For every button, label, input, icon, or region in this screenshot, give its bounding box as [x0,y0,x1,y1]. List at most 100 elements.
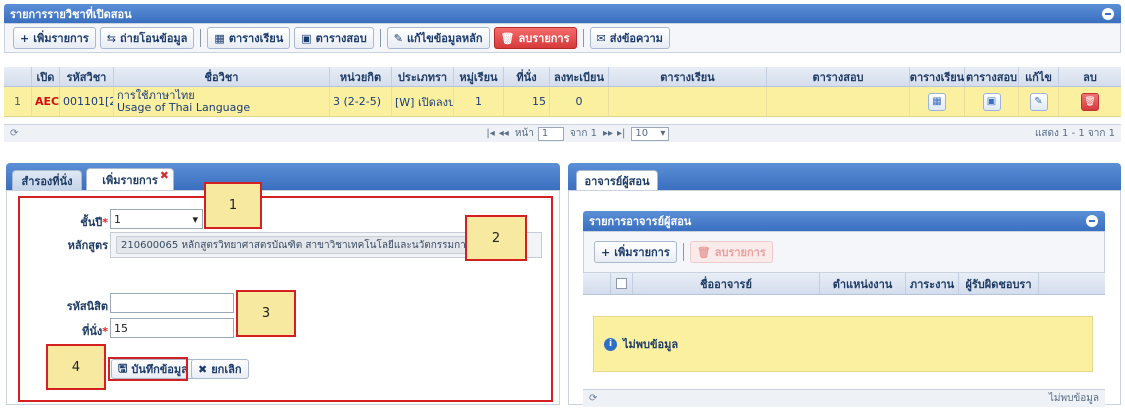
instructor-list-header: รายการอาจารย์ผู้สอน [583,211,1105,231]
col-seats[interactable]: ที่นั่ง [504,67,550,86]
calendar-icon[interactable]: ▦ [928,92,946,111]
toolbar-separator [582,29,584,47]
send-message-button[interactable]: ✉ ส่งข้อความ [589,27,670,49]
add-item-button[interactable]: + เพิ่มรายการ [13,27,96,49]
edit-cell: ✎ [1019,87,1059,116]
col-type[interactable]: ประเภทรา [392,67,454,86]
col-credits[interactable]: หน่วยกิต [330,67,392,86]
save-button-highlight [108,357,188,381]
course-name-th: การใช้ภาษาไทย [117,88,195,102]
calendar-icon: ▦ [214,31,225,45]
year-select[interactable]: 1 ▾ [110,209,203,229]
course-registered: 0 [550,87,609,116]
plus-icon: + [601,245,611,259]
instructor-toolbar: + เพิ่มรายการ 🗑 ลบรายการ [583,231,1105,273]
instructor-pager-summary: ไม่พบข้อมูล [1048,393,1099,404]
close-icon: ✖ [198,362,208,376]
plus-icon: + [20,31,30,45]
table-row[interactable]: 1 AEC 001101[2] การใช้ภาษาไทย Usage of T… [4,87,1121,117]
course-name-cell: การใช้ภาษาไทย Usage of Thai Language [114,87,330,116]
col-code[interactable]: รหัสวิชา [60,67,114,86]
transfer-icon: ⇆ [106,31,116,45]
col-exam-schedule-btn[interactable]: ตารางสอบ [965,67,1019,86]
col-delete[interactable]: ลบ [1059,67,1121,86]
course-grid-header: เปิด รหัสวิชา ชื่อวิชา หน่วยกิต ประเภทรา… [4,67,1121,87]
empty-state-box: i ไม่พบข้อมูล [593,316,1093,372]
seats-input[interactable]: 15 [110,318,234,338]
pencil-icon: ✎ [393,31,403,45]
first-page-icon[interactable]: |◂ [486,128,494,139]
tab-instructors[interactable]: อาจารย์ผู้สอน [576,170,658,190]
col-section[interactable]: หมู่เรียน [454,67,504,86]
col-exam-schedule-text[interactable]: ตารางสอบ [767,67,910,86]
trash-icon: 🗑 [500,31,515,45]
page-size-select[interactable]: 10 ▾ [631,126,670,141]
exam-icon[interactable]: ▣ [982,92,1001,111]
trash-icon[interactable]: 🗑 [1081,92,1099,111]
chevron-down-icon: ▾ [192,212,198,226]
page-number-input[interactable]: 1 [537,126,564,141]
col-class-schedule-btn[interactable]: ตารางเรียน [910,67,965,86]
refresh-icon[interactable]: ⟳ [589,393,597,404]
select-all-checkbox[interactable] [616,278,627,289]
row-number-header [4,67,32,86]
chevron-down-icon: ▾ [660,128,666,139]
tab-reserve-seats[interactable]: สำรองที่นั่ง [12,170,82,190]
info-icon: i [604,337,617,351]
next-page-icon[interactable]: ▸▸ [603,128,613,139]
course-type: [W] เปิดลงป [392,87,454,116]
select-all-checkbox-cell [611,273,633,294]
callout-3: 3 [236,290,296,337]
exam-icon: ▣ [301,31,312,45]
prev-page-icon[interactable]: ◂◂ [499,128,509,139]
cancel-button[interactable]: ✖ ยกเลิก [191,359,249,379]
col-instructor-name[interactable]: ชื่ออาจารย์ [633,273,820,294]
col-position[interactable]: ตำแหน่งงาน [820,273,906,294]
col-registered[interactable]: ลงทะเบียน [550,67,609,86]
course-name-en: Usage of Thai Language [117,100,251,114]
pager-summary: แสดง 1 - 1 จาก 1 [1034,128,1115,139]
toolbar-separator [200,29,202,47]
exam-schedule-button[interactable]: ▣ ตารางสอบ [294,27,374,49]
add-instructor-button[interactable]: + เพิ่มรายการ [594,241,677,263]
class-schedule-cell-btn: ▦ [910,87,965,116]
aec-badge: AEC [32,87,60,116]
exam-schedule-cell-btn: ▣ [965,87,1019,116]
delete-item-button[interactable]: 🗑 ลบรายการ [493,27,577,49]
student-id-input[interactable] [110,293,234,313]
callout-4: 4 [46,344,106,390]
row-number-header [583,273,611,294]
last-page-icon[interactable]: ▸| [617,128,625,139]
col-responsible[interactable]: ผู้รับผิดชอบรา [959,273,1039,294]
instructor-pagination-bar: ⟳ ไม่พบข้อมูล [583,389,1105,407]
pencil-icon[interactable]: ✎ [1029,92,1048,111]
close-icon[interactable]: ✖ [160,169,169,182]
col-name[interactable]: ชื่อวิชา [114,67,330,86]
trash-icon: 🗑 [696,245,711,259]
course-panel-title: รายการรายวิชาที่เปิดสอน [10,7,132,21]
course-section: 1 [454,87,504,116]
year-label: ชั้นปี* [80,216,108,229]
edit-main-data-button[interactable]: ✎ แก้ไขข้อมูลหลัก [386,27,490,49]
tab-add-item[interactable]: เพิ่มรายการ ✖ [86,168,174,190]
col-edit[interactable]: แก้ไข [1019,67,1059,86]
delete-instructor-button[interactable]: 🗑 ลบรายการ [689,241,773,263]
student-id-label: รหัสนิสิต [66,300,108,313]
course-toolbar: + เพิ่มรายการ ⇆ ถ่ายโอนข้อมูล ▦ ตารางเรี… [4,23,1121,53]
course-panel-header: รายการรายวิชาที่เปิดสอน [4,4,1121,23]
callout-1: 1 [204,182,262,229]
collapse-icon[interactable] [1102,7,1114,20]
col-workload[interactable]: ภาระงาน [906,273,959,294]
col-class-schedule-text[interactable]: ตารางเรียน [609,67,767,86]
refresh-icon[interactable]: ⟳ [10,128,18,139]
transfer-data-button[interactable]: ⇆ ถ่ายโอนข้อมูล [99,27,195,49]
envelope-icon: ✉ [596,31,606,45]
empty-message: ไม่พบข้อมูล [623,338,679,351]
toolbar-separator [682,243,684,261]
row-number: 1 [4,87,32,116]
collapse-icon[interactable] [1086,215,1098,227]
course-seats: 15 [504,87,550,116]
course-credits: 3 (2-2-5) [330,87,392,116]
col-open[interactable]: เปิด [32,67,60,86]
class-schedule-button[interactable]: ▦ ตารางเรียน [207,27,291,49]
